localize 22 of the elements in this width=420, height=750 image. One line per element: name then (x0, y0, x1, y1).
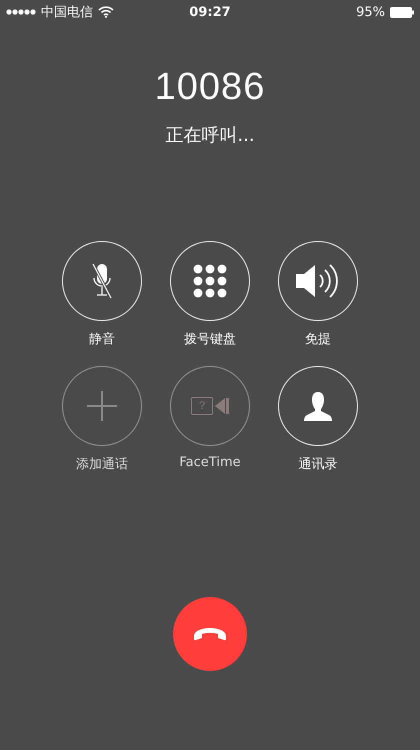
button-label: 拨号键盘 (184, 331, 236, 348)
button-label: 静音 (89, 331, 115, 348)
keypad-icon (193, 264, 227, 298)
phone-number: 10086 (154, 66, 266, 109)
contacts-button[interactable] (278, 366, 358, 446)
button-label: 免提 (305, 331, 331, 348)
plus-icon (87, 391, 117, 421)
button-label: 添加通话 (76, 456, 128, 473)
carrier-name: 中国电信 (41, 4, 93, 21)
keypad-button[interactable] (170, 241, 250, 321)
person-icon (303, 391, 333, 421)
mute-button[interactable] (62, 241, 142, 321)
speaker-button[interactable] (278, 241, 358, 321)
wifi-icon (98, 6, 114, 18)
hang-up-icon (193, 627, 227, 641)
call-status: 正在呼叫... (165, 124, 255, 147)
battery-icon (390, 6, 414, 18)
button-label: 通讯录 (298, 456, 338, 473)
clock: 09:27 (189, 4, 231, 20)
button-label: FaceTime (179, 455, 241, 470)
battery-percent: 95% (356, 4, 385, 20)
signal-icon (6, 9, 36, 15)
